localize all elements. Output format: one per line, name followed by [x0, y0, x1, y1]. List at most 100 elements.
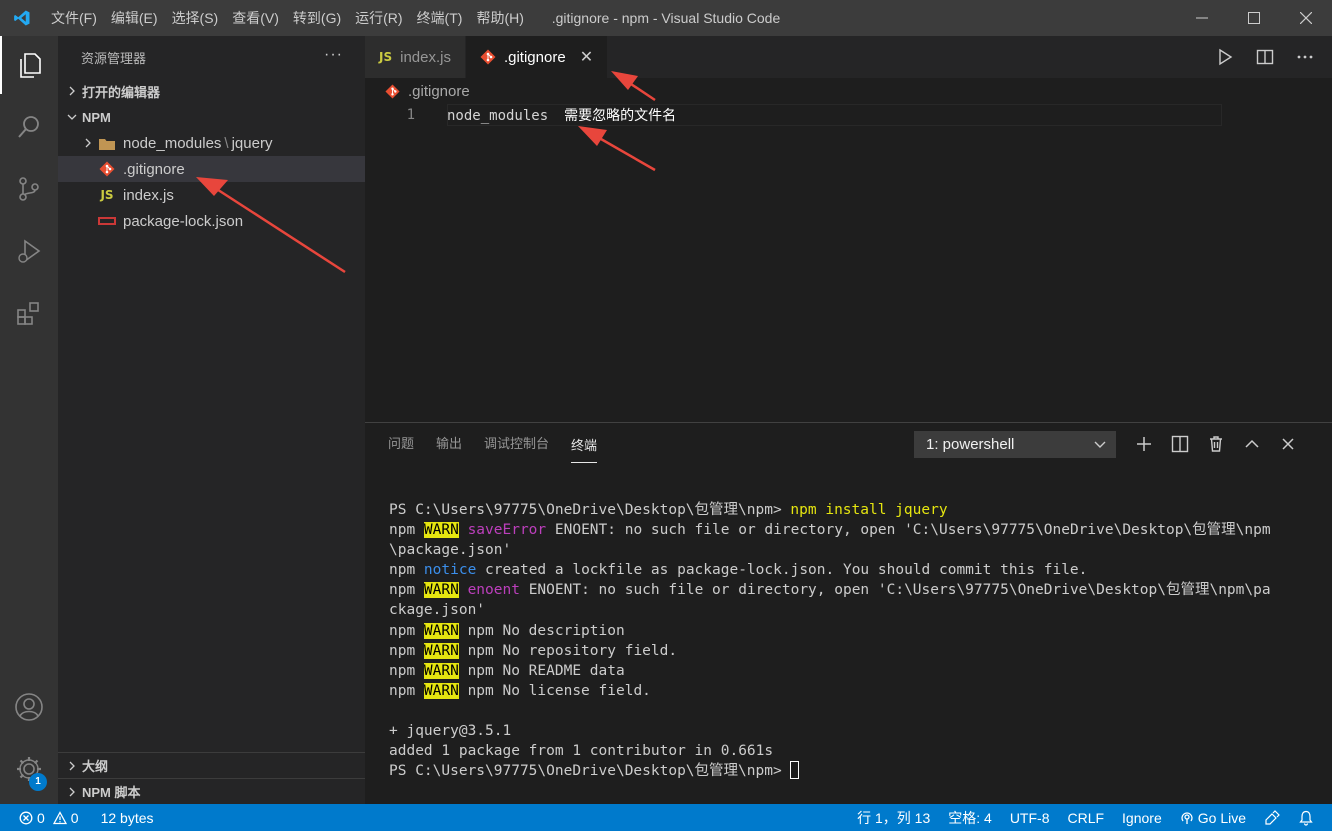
terminal-output[interactable]: PS C:\Users\97775\OneDrive\Desktop\包管理\n…: [389, 500, 1319, 781]
manage-button[interactable]: 1: [0, 740, 58, 798]
encoding-status[interactable]: UTF-8: [1001, 810, 1059, 826]
section-npm-scripts-label: NPM 脚本: [82, 785, 141, 800]
close-window-button[interactable]: [1280, 0, 1332, 36]
git-file-icon: [385, 83, 400, 99]
tab-problems[interactable]: 问题: [388, 423, 414, 465]
chevron-right-icon: [80, 138, 96, 148]
folder-icon: [98, 137, 116, 150]
notifications-button[interactable]: [1289, 810, 1332, 826]
language-status[interactable]: Ignore: [1113, 810, 1171, 826]
search-button[interactable]: [0, 98, 58, 156]
warning-count: 0: [70, 809, 79, 826]
run-icon[interactable]: [1216, 48, 1234, 66]
feedback-button[interactable]: [1255, 809, 1289, 826]
source-control-icon: [19, 177, 39, 201]
broadcast-icon: [1181, 811, 1193, 824]
git-file-icon: [480, 49, 496, 65]
terminal-text: created a lockfile as package-lock.json.…: [476, 562, 1088, 579]
status-bar: 0 0 12 bytes 行 1，列 13 空格: 4 UTF-8 CRLF I…: [0, 804, 1332, 831]
chevron-right-icon: [64, 761, 80, 771]
more-actions-icon[interactable]: [1296, 48, 1314, 66]
tab-terminal[interactable]: 终端: [571, 425, 598, 463]
section-outline[interactable]: 大纲: [58, 752, 365, 778]
maximize-icon: [1248, 12, 1260, 24]
menu-edit[interactable]: 编辑(E): [104, 0, 165, 36]
account-button[interactable]: [0, 678, 58, 736]
maximize-button[interactable]: [1228, 0, 1280, 36]
menu-file[interactable]: 文件(F): [44, 0, 104, 36]
menu-go[interactable]: 转到(G): [286, 0, 348, 36]
terminal-text: npm No README data: [458, 662, 625, 679]
close-icon: [1300, 12, 1312, 24]
terminal-line: npm notice created a lockfile as package…: [389, 560, 1319, 580]
section-npm-folder[interactable]: NPM: [58, 104, 365, 130]
path-separator: \: [224, 134, 229, 152]
terminal-line: added 1 package from 1 contributor in 0.…: [389, 743, 774, 760]
npm-prefix: npm: [389, 682, 424, 699]
code-editor[interactable]: 1 node_modules 需要忽略的文件名: [365, 104, 1332, 422]
tab-gitignore[interactable]: .gitignore ✕: [465, 36, 609, 78]
problems-status[interactable]: 0 0: [19, 810, 79, 826]
terminal-line: + jquery@3.5.1: [389, 723, 512, 740]
js-file-icon: JS: [379, 50, 393, 64]
go-live-button[interactable]: Go Live: [1171, 810, 1255, 826]
editor-tabs: JS index.js .gitignore ✕: [365, 36, 1332, 78]
tab-index-js[interactable]: JS index.js: [365, 36, 466, 78]
tab-debug-console[interactable]: 调试控制台: [484, 423, 549, 465]
chevron-up-icon[interactable]: [1243, 435, 1261, 453]
tab-output[interactable]: 输出: [436, 423, 462, 465]
sidebar-header: 资源管理器 ···: [58, 36, 365, 78]
run-debug-button[interactable]: [0, 222, 58, 280]
terminal-line: npm WARN npm No description: [389, 621, 1319, 641]
trash-icon[interactable]: [1207, 435, 1225, 453]
section-npm-scripts[interactable]: NPM 脚本: [58, 778, 365, 804]
menu-view[interactable]: 查看(V): [225, 0, 286, 36]
terminal-line: npm WARN npm No license field.: [389, 681, 1319, 701]
close-panel-icon[interactable]: [1279, 435, 1297, 453]
explorer-button[interactable]: [0, 36, 58, 94]
search-icon: [18, 116, 39, 138]
tab-close-icon[interactable]: ✕: [580, 47, 593, 67]
error-count: 0: [37, 809, 45, 826]
tree-item-index-js[interactable]: JS index.js: [58, 182, 365, 208]
cursor-position-status[interactable]: 行 1，列 13: [848, 808, 939, 828]
menu-selection[interactable]: 选择(S): [165, 0, 226, 36]
source-control-button[interactable]: [0, 160, 58, 218]
feedback-icon: [1265, 809, 1280, 825]
eol-status[interactable]: CRLF: [1058, 810, 1113, 826]
split-terminal-icon[interactable]: [1171, 435, 1189, 453]
section-open-editors[interactable]: 打开的编辑器: [58, 78, 365, 104]
indentation-status[interactable]: 空格: 4: [939, 808, 1001, 828]
warn-label: WARN: [423, 662, 459, 679]
split-editor-icon[interactable]: [1256, 48, 1274, 66]
extensions-button[interactable]: [0, 284, 58, 342]
more-actions-icon[interactable]: ···: [324, 46, 343, 64]
menu-help[interactable]: 帮助(H): [469, 0, 530, 36]
tree-item-node-modules[interactable]: node_modules \ jquery: [58, 130, 365, 156]
warn-key: enoent: [467, 582, 520, 599]
section-outline-label: 大纲: [82, 759, 109, 774]
minimize-button[interactable]: [1176, 0, 1228, 36]
warn-key: saveError: [467, 522, 547, 539]
sidebar-bottom-sections: 大纲 NPM 脚本: [58, 752, 365, 804]
tree-item-package-lock[interactable]: package-lock.json: [58, 208, 365, 234]
new-terminal-icon[interactable]: [1135, 435, 1153, 453]
tree-item-label: .gitignore: [123, 160, 185, 178]
chevron-down-icon: [64, 112, 80, 122]
file-size-status[interactable]: 12 bytes: [101, 810, 154, 826]
terminal-line: npm WARN enoent ENOENT: no such file or …: [389, 580, 1319, 600]
warn-label: WARN: [423, 622, 459, 639]
npm-prefix: npm: [389, 622, 424, 639]
status-left: 0 0 12 bytes: [0, 810, 154, 826]
breadcrumb[interactable]: .gitignore: [365, 78, 1332, 104]
terminal-line: npm WARN saveError ENOENT: no such file …: [389, 520, 1319, 540]
menu-terminal[interactable]: 终端(T): [410, 0, 470, 36]
menu-run[interactable]: 运行(R): [348, 0, 409, 36]
menu-bar: 文件(F) 编辑(E) 选择(S) 查看(V) 转到(G) 运行(R) 终端(T…: [44, 0, 531, 36]
minimize-icon: [1196, 17, 1208, 19]
tree-item-gitignore[interactable]: .gitignore: [58, 156, 365, 182]
line-number: 1: [406, 107, 415, 123]
current-line-highlight: [447, 104, 1222, 126]
terminal-select[interactable]: 1: powershell: [914, 431, 1116, 458]
